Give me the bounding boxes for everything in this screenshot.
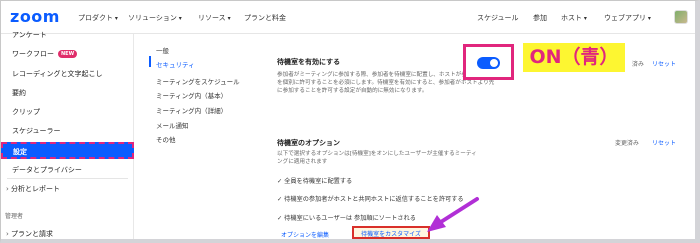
- app-window: zoom プロダクト ソリューション リソース プランと料金 スケジュール 参加…: [0, 0, 700, 243]
- annotation-arrow-icon: [427, 197, 479, 232]
